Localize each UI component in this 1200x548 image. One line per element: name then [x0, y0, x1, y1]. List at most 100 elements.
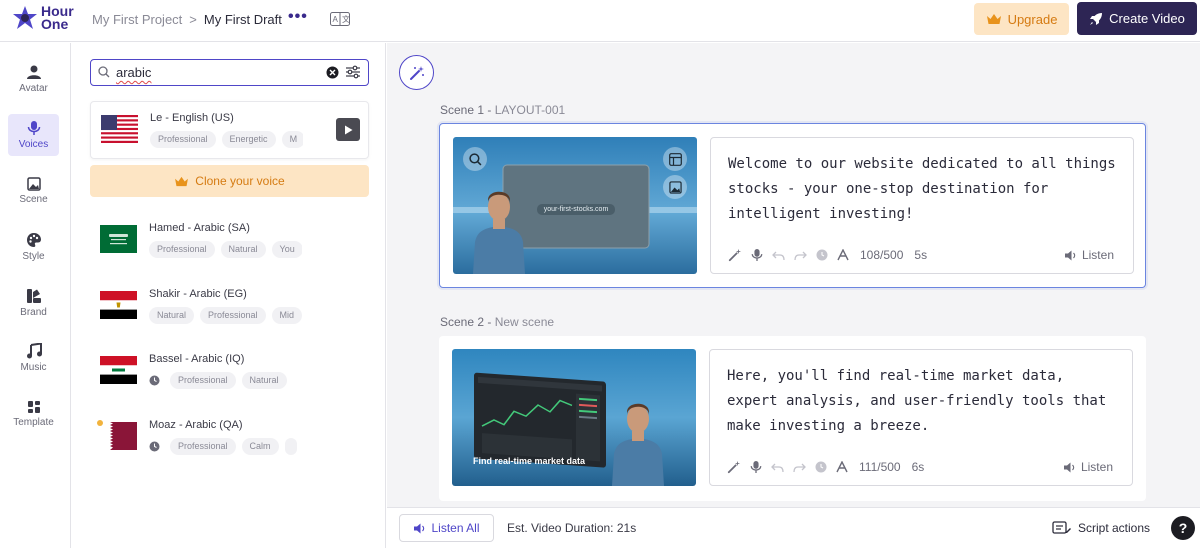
- voice-tag: [284, 438, 297, 455]
- layout-picker-button[interactable]: [663, 147, 687, 171]
- voice-tags: Professional Natural: [149, 372, 302, 390]
- bottom-bar: Listen All Est. Video Duration: 21s Scri…: [387, 507, 1200, 548]
- us-flag-icon: [101, 115, 138, 143]
- voice-tag: Mid: [271, 307, 302, 324]
- undo-icon[interactable]: [771, 461, 784, 473]
- create-video-button[interactable]: Create Video: [1077, 2, 1197, 35]
- play-icon: [344, 125, 352, 134]
- nav-scene[interactable]: Scene: [8, 170, 59, 212]
- voice-item-bassel[interactable]: Bassel - Arabic (IQ) Professional Natura…: [90, 343, 369, 401]
- scene-1-label: Scene 1 - LAYOUT-001: [440, 103, 565, 117]
- nav-voices[interactable]: Voices: [8, 114, 59, 156]
- svg-text:文: 文: [342, 14, 350, 24]
- voice-tags: Professional Natural You: [149, 241, 302, 259]
- voice-item-hamed[interactable]: Hamed - Arabic (SA) Professional Natural…: [90, 212, 369, 270]
- clone-voice-button[interactable]: Clone your voice: [90, 165, 369, 197]
- script-actions-button[interactable]: Script actions: [1052, 520, 1150, 536]
- breadcrumb-project[interactable]: My First Project: [92, 12, 182, 27]
- voice-item-le[interactable]: Le - English (US) Professional Energetic…: [90, 101, 369, 159]
- microphone-icon[interactable]: [750, 460, 762, 474]
- script-actions-icon: [1052, 521, 1071, 534]
- svg-text:A: A: [333, 15, 339, 24]
- nav-label-template: Template: [13, 417, 54, 428]
- listen-all-label: Listen All: [431, 521, 480, 535]
- create-video-label: Create Video: [1109, 11, 1185, 26]
- iraq-flag-icon: [100, 356, 137, 384]
- nav-label-avatar: Avatar: [19, 83, 48, 94]
- voice-item-moaz[interactable]: Moaz - Arabic (QA) Professional Calm: [90, 409, 369, 467]
- logo-text-one: One: [41, 16, 69, 32]
- scene-card-2[interactable]: Find real-time market data Here, you'll …: [439, 336, 1146, 501]
- magic-wand-icon[interactable]: [728, 248, 742, 262]
- person-icon: [26, 65, 41, 79]
- nav-music[interactable]: Music: [8, 337, 59, 379]
- microphone-icon[interactable]: [751, 248, 763, 262]
- breadcrumb-separator: >: [189, 12, 197, 27]
- scene-layout-name: New scene: [494, 315, 555, 329]
- search-icon: [468, 152, 481, 165]
- character-count: 108/500: [860, 248, 904, 262]
- voice-name: Bassel - Arabic (IQ): [149, 353, 245, 365]
- voice-tag: Calm: [241, 438, 279, 455]
- search-input[interactable]: arabic: [116, 65, 151, 80]
- music-note-icon: [26, 343, 42, 359]
- text-size-icon[interactable]: [836, 461, 848, 473]
- voice-tag: Natural: [220, 241, 266, 258]
- listen-all-button[interactable]: Listen All: [399, 514, 494, 542]
- breadcrumb-draft[interactable]: My First Draft: [204, 12, 282, 27]
- scene-number: Scene 1 -: [440, 103, 495, 117]
- egypt-flag-icon: [100, 291, 137, 319]
- palette-icon: [26, 233, 41, 247]
- nav-style[interactable]: Style: [8, 226, 59, 268]
- nav-brand[interactable]: Brand: [8, 282, 59, 324]
- star-logo-icon: [13, 6, 37, 29]
- voice-item-shakir[interactable]: Shakir - Arabic (EG) Natural Professiona…: [90, 278, 369, 336]
- crown-icon: [986, 14, 1001, 24]
- magic-wand-icon[interactable]: [727, 460, 741, 474]
- scene-card-1[interactable]: your-first-stocks.com Welcome to our web…: [439, 123, 1146, 288]
- rocket-icon: [1090, 12, 1103, 25]
- voice-tag: Professional: [170, 372, 236, 389]
- sparkle-badge-icon: [97, 420, 103, 426]
- voice-name: Le - English (US): [150, 112, 234, 124]
- redo-icon[interactable]: [794, 249, 807, 261]
- help-button[interactable]: ?: [1171, 516, 1195, 540]
- play-voice-button[interactable]: [336, 118, 360, 141]
- pause-timer-icon[interactable]: [816, 249, 828, 261]
- voice-tag: Professional: [170, 438, 236, 455]
- voice-tag: Energetic: [221, 131, 276, 148]
- scene-1-script-text[interactable]: Welcome to our website dedicated to all …: [728, 152, 1123, 227]
- scene-1-listen-button[interactable]: Listen: [1064, 248, 1114, 262]
- scene-2-script-box[interactable]: Here, you'll find real-time market data,…: [709, 349, 1133, 486]
- scene-1-script-box[interactable]: Welcome to our website dedicated to all …: [710, 137, 1134, 274]
- zoom-preview-button[interactable]: [463, 147, 487, 171]
- scene-2-script-text[interactable]: Here, you'll find real-time market data,…: [727, 364, 1122, 439]
- translate-icon[interactable]: A 文: [330, 12, 350, 26]
- undo-icon[interactable]: [772, 249, 785, 261]
- listen-label: Listen: [1081, 248, 1114, 262]
- scene-1-thumbnail[interactable]: your-first-stocks.com: [453, 137, 697, 274]
- pause-timer-icon[interactable]: [815, 461, 827, 473]
- filter-sliders-icon[interactable]: [345, 64, 361, 80]
- clear-search-icon[interactable]: [326, 66, 339, 79]
- qatar-flag-icon: [100, 422, 137, 450]
- nav-template[interactable]: Template: [8, 393, 59, 435]
- voice-tag: Professional: [149, 241, 215, 258]
- more-options-button[interactable]: •••: [288, 8, 308, 26]
- image-icon: [668, 180, 682, 194]
- clock-icon: [149, 441, 160, 452]
- voice-tag: Professional: [200, 307, 266, 324]
- redo-icon[interactable]: [793, 461, 806, 473]
- scene-2-listen-button[interactable]: Listen: [1063, 460, 1113, 474]
- crown-icon: [175, 176, 189, 186]
- nav-avatar[interactable]: Avatar: [8, 58, 59, 100]
- media-button[interactable]: [663, 175, 687, 199]
- scene-2-thumbnail[interactable]: Find real-time market data: [452, 349, 696, 486]
- magic-wand-button[interactable]: [399, 55, 434, 90]
- hour-one-logo[interactable]: Hour One: [12, 4, 74, 32]
- speaker-icon: [414, 523, 425, 533]
- text-size-icon[interactable]: [837, 249, 849, 261]
- upgrade-button[interactable]: Upgrade: [974, 3, 1069, 35]
- voice-search[interactable]: arabic: [90, 59, 369, 86]
- scene-duration: 5s: [914, 248, 928, 262]
